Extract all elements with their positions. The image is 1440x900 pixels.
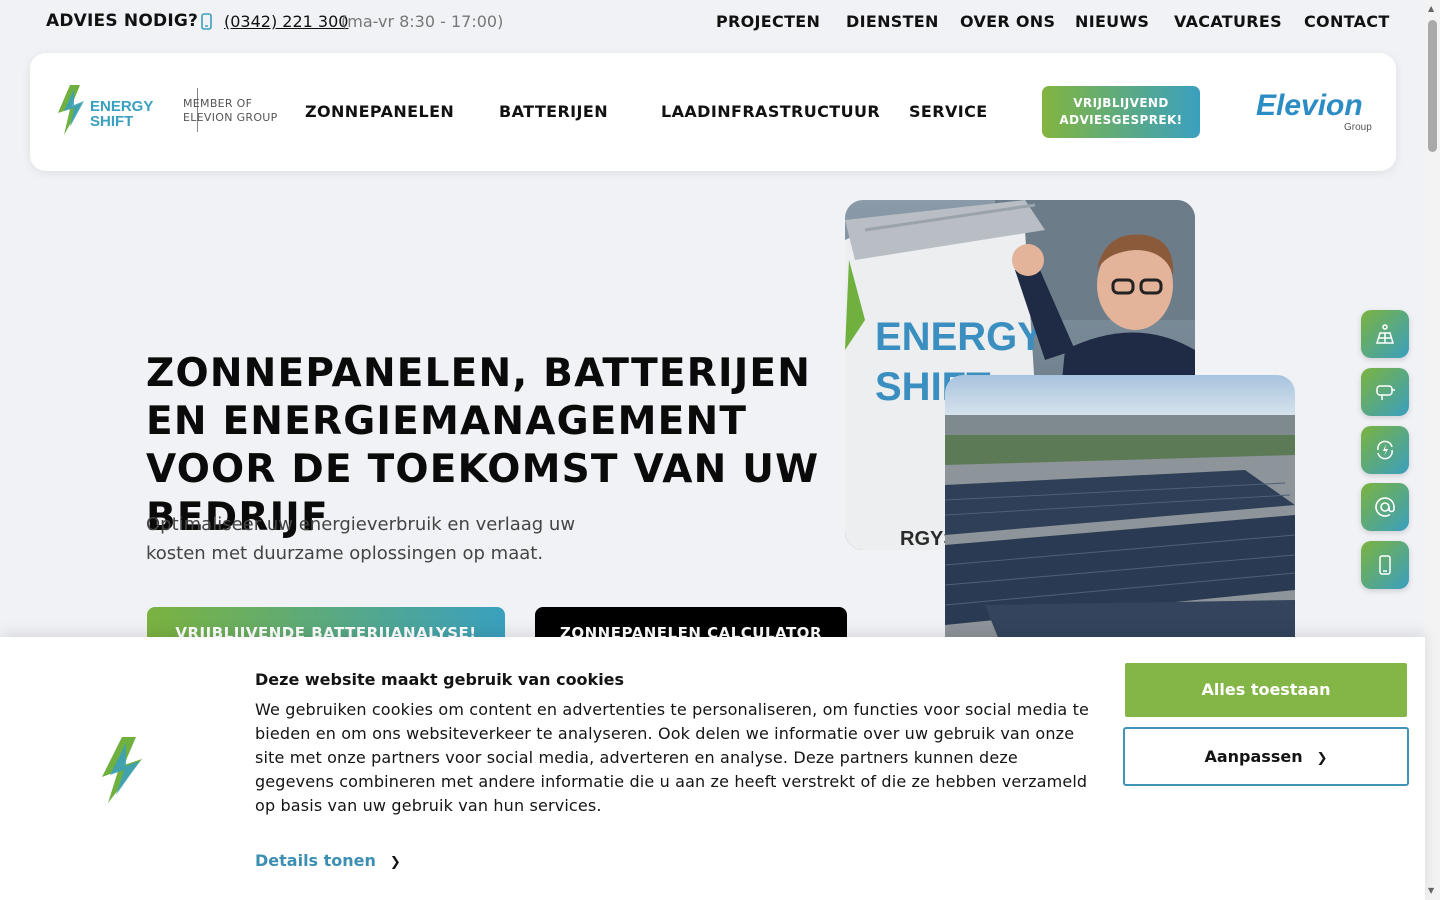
solar-panel-icon (1375, 324, 1395, 344)
hero-subtitle: Optimaliseer uw energieverbruik en verla… (146, 514, 576, 564)
phone-icon (201, 13, 212, 30)
chevron-right-icon: ❯ (389, 855, 401, 870)
scroll-up-arrow-icon[interactable]: ▲ (1428, 4, 1434, 13)
svg-text:SHIFT: SHIFT (90, 113, 133, 130)
advice-cta-button[interactable]: VRIJBLIJVEND ADVIESGESPREK! (1042, 86, 1200, 138)
cookie-text: We gebruiken cookies om content en adver… (255, 700, 1089, 815)
topnav-contact[interactable]: CONTACT (1304, 12, 1390, 31)
at-icon (1375, 497, 1395, 517)
svg-text:ENERGY: ENERGY (875, 315, 1044, 359)
allow-all-button[interactable]: Alles toestaan (1125, 663, 1407, 717)
topnav-vacatures[interactable]: VACATURES (1174, 12, 1282, 31)
phone-link[interactable]: (0342) 221 300 (224, 12, 348, 31)
cookie-banner: Deze website maakt gebruik van cookies W… (0, 637, 1425, 900)
topnav-over-ons[interactable]: OVER ONS (960, 12, 1055, 31)
chevron-right-icon: ❯ (1316, 751, 1328, 766)
energy-cycle-icon (1377, 440, 1393, 460)
nav-zonnepanelen[interactable]: ZONNEPANELEN (305, 102, 454, 121)
charging-icon (1376, 385, 1395, 400)
scroll-down-arrow-icon[interactable]: ▼ (1428, 886, 1434, 895)
hero-photo-industrial-roofs (945, 375, 1295, 675)
email-icon-button[interactable] (1361, 483, 1409, 531)
page-scrollbar[interactable]: ▲ ▼ (1425, 0, 1440, 900)
customize-button[interactable]: Aanpassen ❯ (1123, 727, 1409, 786)
nav-service[interactable]: SERVICE (909, 102, 988, 121)
energy-shift-bolt-icon (102, 737, 142, 803)
cookie-title: Deze website maakt gebruik van cookies (255, 670, 625, 689)
elevion-logo[interactable]: Elevion Group (1254, 87, 1374, 133)
svg-text:Elevion: Elevion (1256, 89, 1363, 122)
nav-batterijen[interactable]: BATTERIJEN (499, 102, 608, 121)
topnav-nieuws[interactable]: NIEUWS (1075, 12, 1149, 31)
svg-text:Group: Group (1344, 122, 1372, 133)
mobile-phone-icon (1379, 555, 1391, 575)
advice-label: ADVIES NODIG? (46, 11, 199, 31)
phone-icon-button[interactable] (1361, 541, 1409, 589)
topnav-diensten[interactable]: DIENSTEN (846, 12, 939, 31)
member-of-label: MEMBER OF ELEVION GROUP (183, 97, 278, 124)
main-header: ENERGY SHIFT MEMBER OF ELEVION GROUP ZON… (30, 53, 1396, 171)
scrollbar-thumb[interactable] (1428, 20, 1437, 152)
opening-hours: (ma-vr 8:30 - 17:00) (341, 12, 504, 31)
show-details-link[interactable]: Details tonen ❯ (255, 851, 401, 870)
energy-cycle-icon-button[interactable] (1361, 426, 1409, 474)
charging-icon-button[interactable] (1361, 368, 1409, 416)
solar-panel-icon-button[interactable] (1361, 310, 1409, 358)
energy-shift-logo[interactable]: ENERGY SHIFT (56, 85, 160, 135)
topnav-projecten[interactable]: PROJECTEN (716, 12, 820, 31)
top-bar: ADVIES NODIG? (0342) 221 300 (ma-vr 8:30… (0, 0, 1425, 44)
nav-laadinfrastructuur[interactable]: LAADINFRASTRUCTUUR (661, 102, 880, 121)
